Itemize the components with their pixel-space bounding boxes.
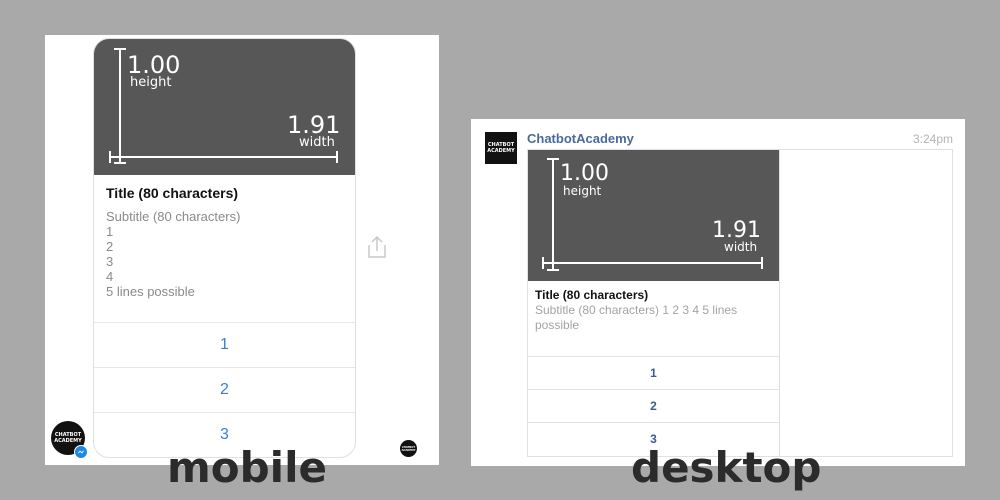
mobile-button-2[interactable]: 2 (94, 367, 355, 412)
desktop-preview-panel: CHATBOT ACADEMY ChatbotAcademy 3:24pm 1.… (471, 119, 965, 466)
desktop-card-title: Title (80 characters) (535, 288, 649, 302)
share-icon[interactable] (366, 235, 388, 259)
avatar-text: ACADEMY (487, 148, 515, 154)
height-value: 1.00 (560, 161, 609, 186)
messenger-icon (74, 445, 88, 459)
desktop-button-1[interactable]: 1 (528, 356, 779, 389)
mobile-card-subtitle: Subtitle (80 characters) 1 2 3 4 5 lines… (106, 209, 240, 299)
message-timestamp: 3:24pm (912, 132, 953, 146)
width-label: width (724, 240, 758, 254)
mobile-generic-template-card[interactable]: 1.00 height 1.91 width Title (80 charact… (93, 38, 356, 458)
mobile-card-title: Title (80 characters) (106, 185, 239, 201)
subtitle-line: 2 (106, 239, 114, 254)
subtitle-line: 4 (106, 269, 114, 284)
desktop-card-subtitle: Subtitle (80 characters) 1 2 3 4 5 lines… (535, 303, 738, 332)
desktop-button-2[interactable]: 2 (528, 389, 779, 422)
avatar-text: ACADEMY (54, 438, 82, 444)
height-label: height (563, 184, 602, 198)
width-label: width (299, 135, 335, 150)
mobile-preview-panel: 1.00 height 1.91 width Title (80 charact… (45, 35, 439, 465)
subtitle-line: 3 (106, 254, 114, 269)
mobile-button-1[interactable]: 1 (94, 322, 355, 367)
avatar-text: ACADEMY (401, 448, 416, 452)
subtitle-line: Subtitle (80 characters) (106, 209, 241, 224)
desktop-generic-template-card[interactable]: 1.00 height 1.91 width Title (80 charact… (528, 150, 780, 456)
subtitle-line: 5 lines possible (106, 284, 195, 299)
desktop-card-image: 1.00 height 1.91 width (528, 150, 779, 281)
sender-avatar: CHATBOT ACADEMY (485, 132, 517, 164)
subtitle-line: 1 (106, 224, 114, 239)
seen-avatar: CHATBOT ACADEMY (400, 440, 417, 457)
height-label: height (130, 75, 172, 90)
sender-name[interactable]: ChatbotAcademy (527, 131, 634, 146)
mobile-card-image: 1.00 height 1.91 width (94, 39, 355, 175)
mobile-caption: mobile (167, 443, 327, 492)
desktop-caption: desktop (631, 443, 822, 492)
desktop-message-frame: 1.00 height 1.91 width Title (80 charact… (527, 149, 953, 457)
